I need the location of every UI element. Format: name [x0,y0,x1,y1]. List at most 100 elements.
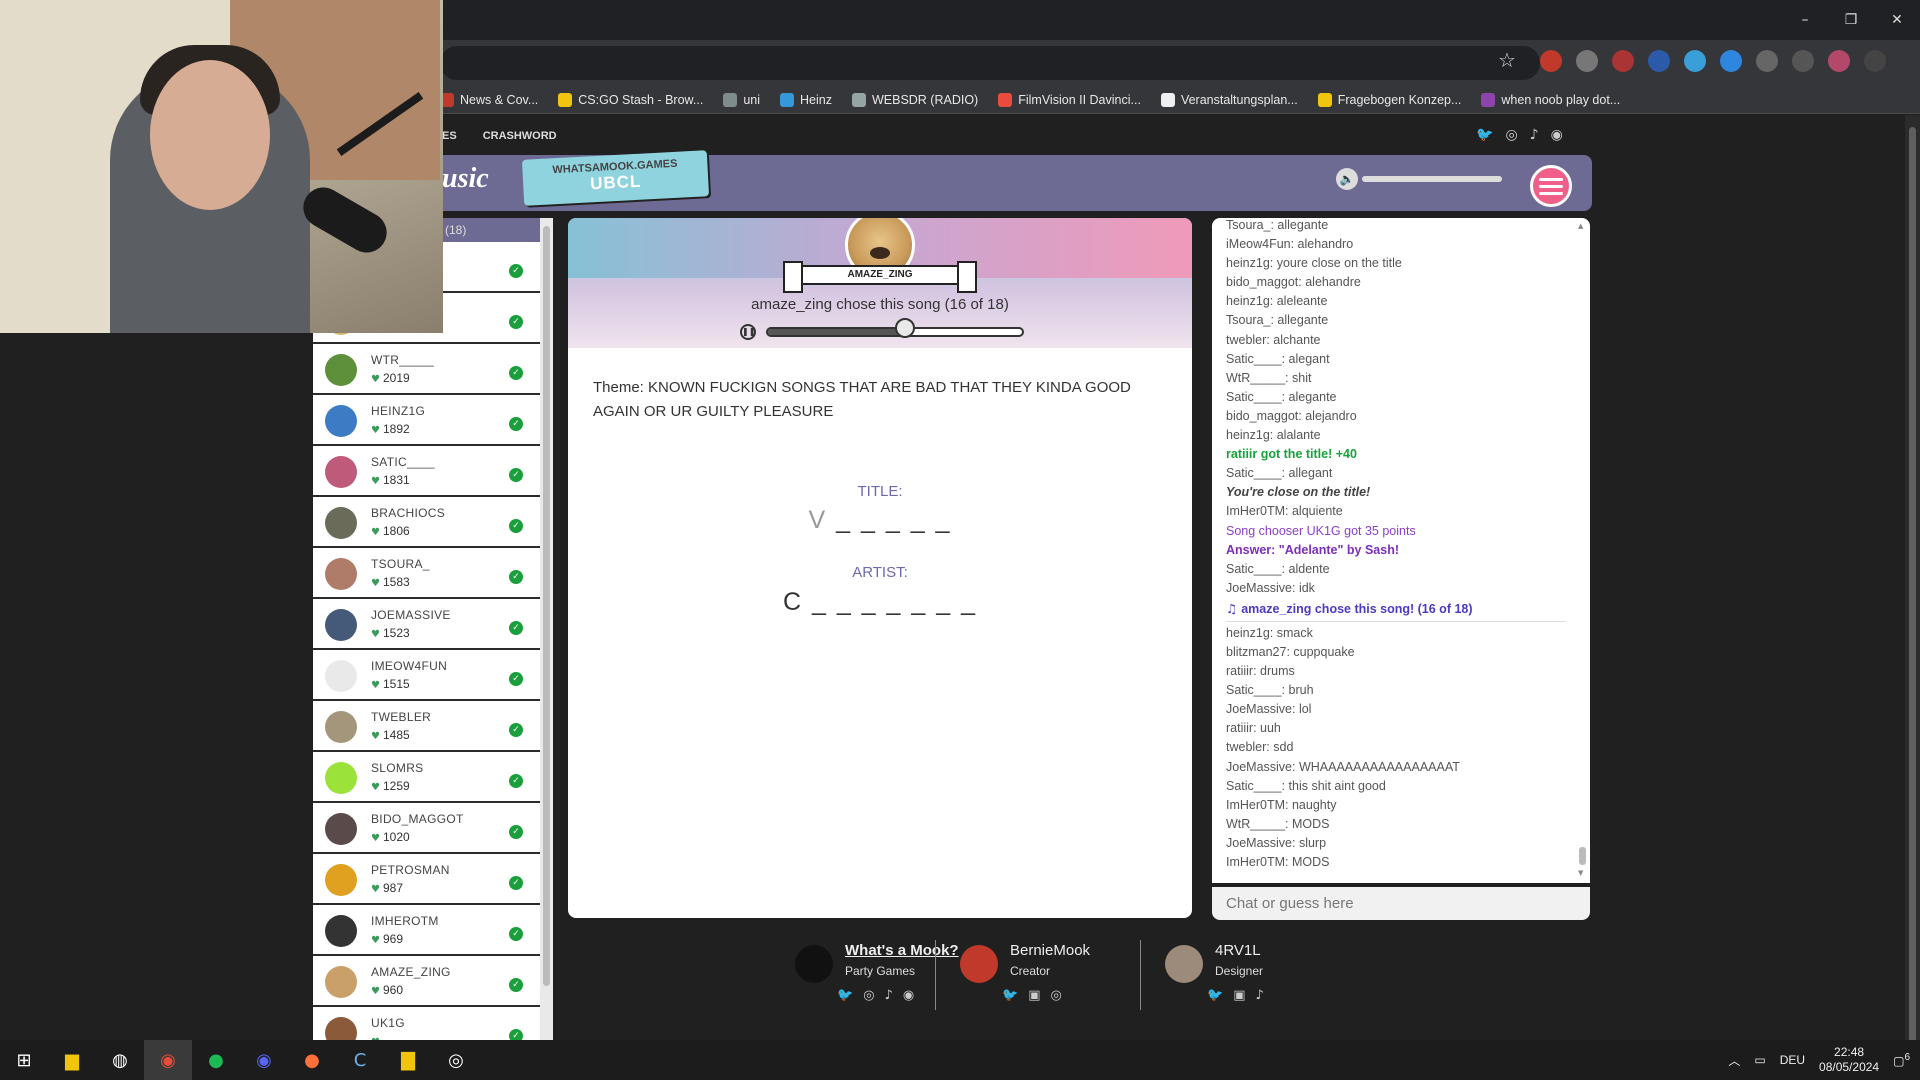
chat-message: twebler: sdd [1226,740,1294,755]
player-row[interactable]: IMEOW4FUN ♥ 1515 ✓ [313,650,553,701]
bookmark-item[interactable]: Fragebogen Konzep... [1317,92,1461,107]
tiktok-icon[interactable]: ♪ [1255,988,1263,1003]
clock[interactable]: 22:48 08/05/2024 [1819,1045,1879,1075]
bookmark-item[interactable]: WEBSDR (RADIO) [851,92,978,107]
credit-title[interactable]: What's a Mook? [845,942,959,959]
scrollbar-thumb[interactable] [1579,847,1586,865]
obs-icon[interactable]: ◎ [432,1040,480,1080]
player-row[interactable]: HEINZ1G ♥ 1892 ✓ [313,395,553,446]
extension-icon[interactable] [1576,50,1598,72]
nav-link[interactable]: ES [442,130,457,152]
windows-start-icon[interactable]: ⊞ [0,1040,48,1080]
twitter-icon[interactable]: 🐦 [1476,127,1493,143]
player-row[interactable]: SATIC____ ♥ 1831 ✓ [313,446,553,497]
bookmark-item[interactable]: CS:GO Stash - Brow... [558,92,703,107]
profile-avatar[interactable] [1828,50,1850,72]
player-avatar [325,660,357,692]
tiktok-icon[interactable]: ♪ [885,988,893,1003]
volume-slider[interactable] [1362,176,1502,182]
bookmark-item[interactable]: Heinz [780,92,832,107]
bookmark-item[interactable]: Veranstaltungsplan... [1160,92,1298,107]
player-row[interactable]: SLOMRS ♥ 1259 ✓ [313,752,553,803]
player-score-value: 1583 [382,575,410,589]
extension-icon[interactable] [1612,50,1634,72]
player-row[interactable]: UK1G♥✓ [313,1007,553,1040]
chat-input[interactable] [1212,887,1590,920]
player-row[interactable]: BRACHIOCS ♥ 1806 ✓ [313,497,553,548]
player-name: HEINZ1G [371,404,426,418]
kebab-menu-icon[interactable] [1864,50,1886,72]
discord-icon[interactable]: ◉ [1551,127,1563,143]
tiktok-icon[interactable]: ♪ [1530,127,1539,143]
extension-icon[interactable] [1720,50,1742,72]
spotify-icon[interactable]: ● [192,1040,240,1080]
puzzle-icon[interactable] [1756,50,1778,72]
chrome-icon[interactable]: ◉ [144,1040,192,1080]
bookmark-item[interactable]: uni [723,92,760,107]
player-avatar [325,966,357,998]
player-row[interactable]: TWEBLER ♥ 1485 ✓ [313,701,553,752]
instagram-icon[interactable]: ◎ [863,988,874,1003]
twitch-icon[interactable]: ▣ [1233,988,1245,1003]
page-scrollbar[interactable] [1905,115,1920,1047]
nav-link-crashword[interactable]: CRASHWORD [483,130,557,152]
bookmark-item[interactable]: when noob play dot... [1481,92,1620,107]
bookmark-star-icon[interactable]: ☆ [1498,48,1516,72]
player-list-scrollbar[interactable] [540,218,553,1040]
bookmark-item[interactable]: News & Cov... [440,92,538,107]
discord-icon[interactable]: ◉ [903,988,914,1003]
twitter-icon[interactable]: 🐦 [837,988,853,1003]
player-row[interactable]: WTR_____ ♥ 2019 ✓ [313,344,553,395]
scrollbar-thumb[interactable] [543,226,550,986]
instagram-icon[interactable]: ◎ [1505,127,1517,143]
chat-panel: Tsoura_: allegante iMeow4Fun: alehandro he… [1212,218,1590,883]
language-indicator[interactable]: DEU [1780,1053,1805,1067]
chat-scrollbar[interactable]: ▲ ▼ [1578,222,1586,877]
tray-chevron-icon[interactable]: ︿ [1728,1052,1740,1069]
player-avatar [325,915,357,947]
player-row[interactable]: IMHEROTM ♥ 969 ✓ [313,905,553,956]
twitch-icon[interactable]: ▣ [1028,988,1040,1003]
file-explorer-icon[interactable]: ▆ [48,1040,96,1080]
bookmark-favicon-icon [998,92,1013,107]
player-name: UK1G [371,1016,405,1030]
check-icon: ✓ [509,825,523,839]
instagram-icon[interactable]: ◎ [1050,988,1061,1003]
live-app-icon[interactable]: ▇ [384,1040,432,1080]
extension-icon[interactable] [1648,50,1670,72]
heart-icon: ♥ [371,578,380,589]
scroll-up-icon[interactable]: ▲ [1578,222,1586,230]
ubcl-badge[interactable]: WHATSAMOOK.GAMES UBCL [521,150,710,206]
scrollbar-thumb[interactable] [1909,127,1916,1047]
hamburger-menu-button[interactable] [1530,165,1572,207]
bookmark-item[interactable]: FilmVision II Davinci... [998,92,1141,107]
notification-icon[interactable]: ▢6 [1893,1052,1910,1068]
address-bar[interactable] [440,46,1540,80]
site-logo[interactable]: usic [442,163,489,195]
restore-button[interactable]: ❐ [1828,0,1874,40]
extension-icon[interactable] [1684,50,1706,72]
cortex-icon[interactable]: C [336,1040,384,1080]
site-footer: What's a Mook? Party Games 🐦 ◎ ♪ ◉ BernieMook C… [795,940,1635,1020]
close-window-button[interactable]: ✕ [1874,0,1920,40]
pause-icon[interactable]: ❚❚ [740,324,756,340]
heart-icon: ♥ [371,527,380,538]
player-score: ♥ 987 [371,881,403,895]
minimize-button[interactable]: – [1782,0,1828,40]
chat-message: WtR_____: MODS [1226,816,1330,831]
twitter-icon[interactable]: 🐦 [1207,988,1223,1003]
scroll-down-icon[interactable]: ▼ [1578,869,1586,877]
player-row[interactable]: PETROSMAN ♥ 987 ✓ [313,854,553,905]
network-icon[interactable]: ▭ [1754,1053,1765,1067]
twitter-icon[interactable]: 🐦 [1002,988,1018,1003]
player-row[interactable]: TSOURA_ ♥ 1583 ✓ [313,548,553,599]
player-row[interactable]: BIDO_MAGGOT ♥ 1020 ✓ [313,803,553,854]
speaker-icon[interactable]: 🔈 [1336,168,1358,190]
discord-app-icon[interactable]: ◉ [240,1040,288,1080]
reading-list-icon[interactable] [1792,50,1814,72]
firefox-icon[interactable]: ● [288,1040,336,1080]
steam-icon[interactable]: ◍ [96,1040,144,1080]
player-row[interactable]: AMAZE_ZING ♥ 960 ✓ [313,956,553,1007]
extension-icon[interactable] [1540,50,1562,72]
player-row[interactable]: JOEMASSIVE ♥ 1523 ✓ [313,599,553,650]
